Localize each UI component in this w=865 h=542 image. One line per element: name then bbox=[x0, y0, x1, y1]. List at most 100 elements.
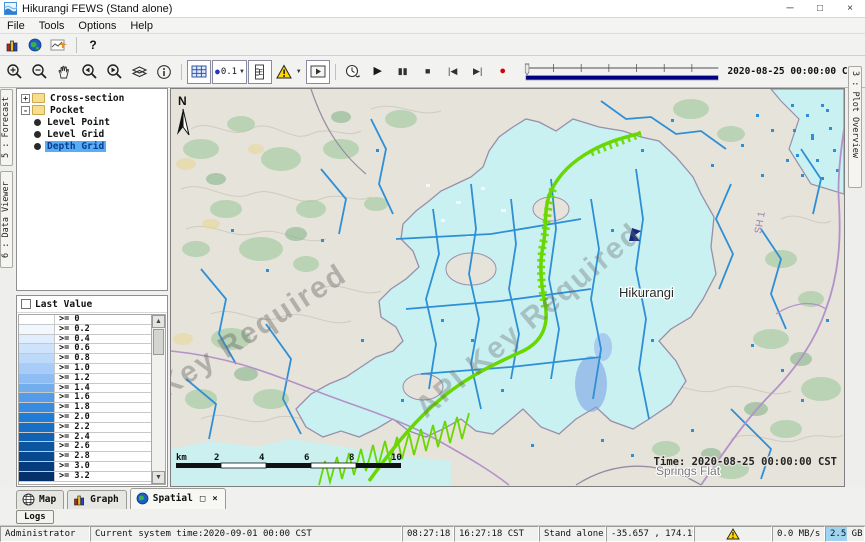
tab-minimize-icon[interactable]: □ bbox=[200, 494, 205, 504]
status-bar: Administrator Current system time:2020-0… bbox=[0, 526, 865, 542]
pause-icon: ▮▮ bbox=[398, 67, 408, 76]
map-canvas[interactable]: API Key Required API Key Required Hikura… bbox=[171, 89, 844, 486]
tab-forecast[interactable]: 5 : Forecast bbox=[0, 89, 13, 166]
svg-text:8: 8 bbox=[349, 453, 354, 463]
tree-item-level-grid[interactable]: Level Grid bbox=[19, 128, 167, 140]
zoom-next-button[interactable] bbox=[102, 60, 126, 84]
color-swatch bbox=[19, 325, 55, 334]
main-toolbar: ? bbox=[0, 34, 865, 56]
zoom-previous-button[interactable] bbox=[77, 60, 101, 84]
tree-item-pocket[interactable]: - Pocket bbox=[19, 104, 167, 116]
color-swatch bbox=[19, 364, 55, 373]
scale-unit: km bbox=[176, 453, 187, 463]
stop-button[interactable]: ■ bbox=[416, 60, 440, 84]
info-icon bbox=[156, 64, 172, 80]
step-first-button[interactable]: |◀ bbox=[441, 60, 465, 84]
tree-item-depth-grid[interactable]: Depth Grid bbox=[19, 140, 167, 152]
tab-map[interactable]: Map bbox=[16, 490, 64, 509]
timeline-slider[interactable] bbox=[524, 62, 721, 82]
maximize-button[interactable]: □ bbox=[805, 0, 835, 18]
threshold-dot-icon: ● bbox=[215, 67, 220, 76]
left-tab-strip: 5 : Forecast 6 : Data Viewer bbox=[0, 88, 14, 487]
tab-plot-overview[interactable]: 3 : Plot Overview bbox=[848, 66, 862, 188]
legend-row: >= 2.0 bbox=[19, 413, 165, 423]
warning-icon bbox=[726, 528, 740, 540]
legend-panel: Last Value >= 0 >= 0.2 >= 0.4 >= 0.6 >= … bbox=[16, 295, 168, 487]
color-swatch bbox=[19, 335, 55, 344]
scroll-thumb[interactable] bbox=[153, 329, 164, 355]
chevron-down-icon: ▼ bbox=[240, 68, 244, 75]
grid-display-button[interactable] bbox=[187, 60, 211, 84]
pan-button[interactable] bbox=[52, 60, 76, 84]
legend-row: >= 3.0 bbox=[19, 462, 165, 472]
logs-button[interactable]: Logs bbox=[16, 510, 54, 524]
color-swatch bbox=[19, 393, 55, 402]
step-last-button[interactable]: ▶| bbox=[466, 60, 490, 84]
minimize-button[interactable]: ─ bbox=[775, 0, 805, 18]
tab-spatial-label: Spatial bbox=[153, 493, 193, 504]
menu-help[interactable]: Help bbox=[123, 18, 160, 34]
tree-item-level-point[interactable]: Level Point bbox=[19, 116, 167, 128]
pan-hand-icon bbox=[56, 64, 72, 80]
collapse-icon[interactable]: - bbox=[21, 106, 30, 115]
play-button[interactable]: ▶ bbox=[366, 60, 390, 84]
record-button[interactable]: ● bbox=[491, 60, 515, 84]
tab-spatial[interactable]: Spatial □ × bbox=[130, 488, 226, 509]
main-area: 5 : Forecast 6 : Data Viewer + Cross-sec… bbox=[0, 88, 865, 487]
map-display-button[interactable] bbox=[25, 35, 45, 55]
logs-row: Logs bbox=[0, 509, 865, 526]
tab-graph[interactable]: Graph bbox=[67, 490, 127, 509]
pause-button[interactable]: ▮▮ bbox=[391, 60, 415, 84]
tree-item-cross-section[interactable]: + Cross-section bbox=[19, 92, 167, 104]
status-coordinates: -35.657 , 174.199 bbox=[606, 526, 694, 542]
wire-globe-icon bbox=[22, 493, 35, 506]
expand-icon[interactable]: + bbox=[21, 94, 30, 103]
color-swatch bbox=[19, 452, 55, 461]
animation-timer-button[interactable] bbox=[341, 60, 365, 84]
tree-item-label: Level Grid bbox=[45, 129, 106, 140]
last-value-checkbox[interactable] bbox=[21, 299, 31, 309]
legend-row: >= 1.0 bbox=[19, 364, 165, 374]
help-button[interactable]: ? bbox=[83, 35, 103, 55]
globe-icon bbox=[28, 38, 42, 52]
close-button[interactable]: × bbox=[835, 0, 865, 18]
layers-button[interactable] bbox=[127, 60, 151, 84]
scroll-up-icon[interactable]: ▲ bbox=[152, 315, 165, 328]
status-system-time: Current system time:2020-09-01 00:00 CST bbox=[90, 526, 402, 542]
graphs-display-button[interactable] bbox=[2, 35, 23, 55]
color-swatch bbox=[19, 462, 55, 471]
timeline-datetime: 2020-08-25 00:00:00 CST bbox=[727, 66, 859, 77]
scale-ruler-button[interactable]: E bbox=[248, 60, 272, 84]
legend-row: >= 0.6 bbox=[19, 344, 165, 354]
menu-tools[interactable]: Tools bbox=[32, 18, 72, 34]
timer-clock-icon bbox=[344, 63, 361, 80]
stop-icon: ■ bbox=[425, 67, 430, 76]
scroll-down-icon[interactable]: ▼ bbox=[152, 471, 165, 484]
menu-file[interactable]: File bbox=[0, 18, 32, 34]
svg-text:10: 10 bbox=[391, 453, 402, 463]
svg-text:E: E bbox=[259, 68, 264, 77]
map-viewport[interactable]: API Key Required API Key Required Hikura… bbox=[170, 88, 845, 487]
legend-scrollbar[interactable]: ▲ ▼ bbox=[151, 315, 165, 484]
movie-player-button[interactable] bbox=[306, 60, 330, 84]
window-title: Hikurangi FEWS (Stand alone) bbox=[22, 3, 172, 15]
zoom-in-button[interactable] bbox=[2, 60, 26, 84]
zoom-previous-icon bbox=[80, 63, 98, 80]
legend-row: >= 2.4 bbox=[19, 433, 165, 443]
zoom-out-button[interactable] bbox=[27, 60, 51, 84]
legend-row: >= 0.2 bbox=[19, 325, 165, 335]
app-logo-icon bbox=[4, 2, 17, 15]
tab-data-viewer[interactable]: 6 : Data Viewer bbox=[0, 171, 13, 268]
tab-close-icon[interactable]: × bbox=[212, 494, 217, 504]
menu-options[interactable]: Options bbox=[71, 18, 123, 34]
warning-icon bbox=[276, 64, 294, 80]
folder-icon bbox=[32, 93, 45, 103]
threshold-dropdown[interactable]: ● 0.1 ▼ bbox=[212, 60, 247, 84]
title-bar: Hikurangi FEWS (Stand alone) ─ □ × bbox=[0, 0, 865, 18]
tree-item-label: Level Point bbox=[45, 117, 112, 128]
status-user: Administrator bbox=[0, 526, 90, 542]
thresholds-warning-dropdown[interactable]: ▼ bbox=[273, 60, 305, 84]
status-warning[interactable] bbox=[694, 526, 772, 542]
info-button[interactable] bbox=[152, 60, 176, 84]
spatial-display-button[interactable] bbox=[47, 35, 70, 55]
